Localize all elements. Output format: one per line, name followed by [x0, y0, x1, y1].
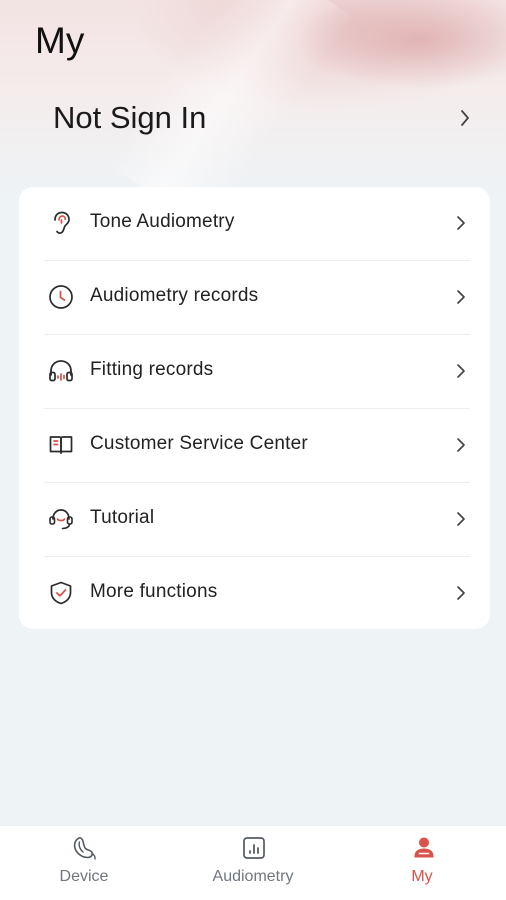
menu-card: Tone Audiometry Audiometry records Fitti…: [19, 187, 490, 629]
menu-item-label: Tone Audiometry: [90, 211, 235, 232]
chevron-right-icon: [456, 288, 466, 306]
menu-item-label: Fitting records: [90, 359, 214, 380]
menu-item-more-functions[interactable]: More functions: [19, 557, 490, 631]
headset-support-icon: [47, 505, 75, 533]
tab-my[interactable]: My: [338, 826, 506, 900]
tab-label: My: [411, 868, 433, 885]
menu-item-label: Audiometry records: [90, 285, 259, 306]
chevron-right-icon: [456, 584, 466, 602]
menu-item-label: Customer Service Center: [90, 433, 308, 454]
menu-item-audiometry-records[interactable]: Audiometry records: [19, 261, 490, 335]
menu-item-label: More functions: [90, 581, 218, 602]
chevron-right-icon: [456, 436, 466, 454]
chevron-right-icon: [456, 362, 466, 380]
shield-check-icon: [47, 579, 75, 607]
menu-item-tone-audiometry[interactable]: Tone Audiometry: [19, 187, 490, 261]
book-icon: [47, 431, 75, 459]
bottom-tab-bar: Device Audiometry My: [0, 825, 506, 900]
tab-label: Device: [59, 868, 109, 885]
chevron-right-icon: [456, 510, 466, 528]
ear-icon: [47, 209, 75, 237]
sign-in-row[interactable]: Not Sign In: [0, 92, 506, 150]
menu-item-fitting-records[interactable]: Fitting records: [19, 335, 490, 409]
page-title: My: [35, 20, 85, 61]
menu-item-label: Tutorial: [90, 507, 155, 528]
tab-device[interactable]: Device: [0, 826, 168, 900]
person-icon: [410, 834, 438, 862]
bar-chart-icon: [240, 834, 268, 862]
menu-item-customer-service-center[interactable]: Customer Service Center: [19, 409, 490, 483]
hearing-aid-icon: [70, 834, 98, 862]
chevron-right-icon: [456, 214, 466, 232]
chevron-right-icon: [459, 108, 471, 128]
clock-icon: [47, 283, 75, 311]
tab-label: Audiometry: [212, 868, 294, 885]
tab-audiometry[interactable]: Audiometry: [169, 826, 337, 900]
headphones-icon: [47, 357, 75, 385]
sign-in-label: Not Sign In: [53, 100, 207, 135]
menu-item-tutorial[interactable]: Tutorial: [19, 483, 490, 557]
